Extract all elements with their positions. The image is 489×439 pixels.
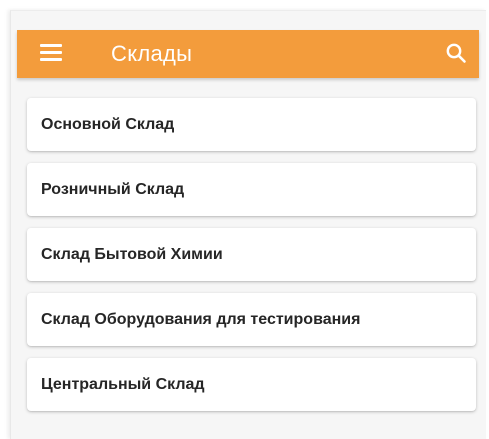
warehouse-item[interactable]: Склад Бытовой Химии bbox=[27, 228, 476, 281]
warehouse-item[interactable]: Розничный Склад bbox=[27, 163, 476, 216]
warehouse-name: Склад Бытовой Химии bbox=[41, 246, 223, 263]
warehouse-item[interactable]: Основной Склад bbox=[27, 98, 476, 151]
page-title: Склады bbox=[111, 41, 193, 66]
warehouse-list: Основной Склад Розничный Склад Склад Быт… bbox=[27, 98, 476, 423]
warehouse-item[interactable]: Центральный Склад bbox=[27, 358, 476, 411]
warehouse-item[interactable]: Склад Оборудования для тестирования bbox=[27, 293, 476, 346]
app-bar: Склады bbox=[17, 30, 479, 78]
warehouse-name: Центральный Склад bbox=[41, 376, 205, 393]
search-icon[interactable] bbox=[445, 42, 467, 64]
warehouse-name: Основной Склад bbox=[41, 116, 175, 133]
hamburger-menu-icon[interactable] bbox=[40, 44, 64, 64]
warehouse-name: Склад Оборудования для тестирования bbox=[41, 311, 361, 328]
warehouse-name: Розничный Склад bbox=[41, 181, 185, 198]
